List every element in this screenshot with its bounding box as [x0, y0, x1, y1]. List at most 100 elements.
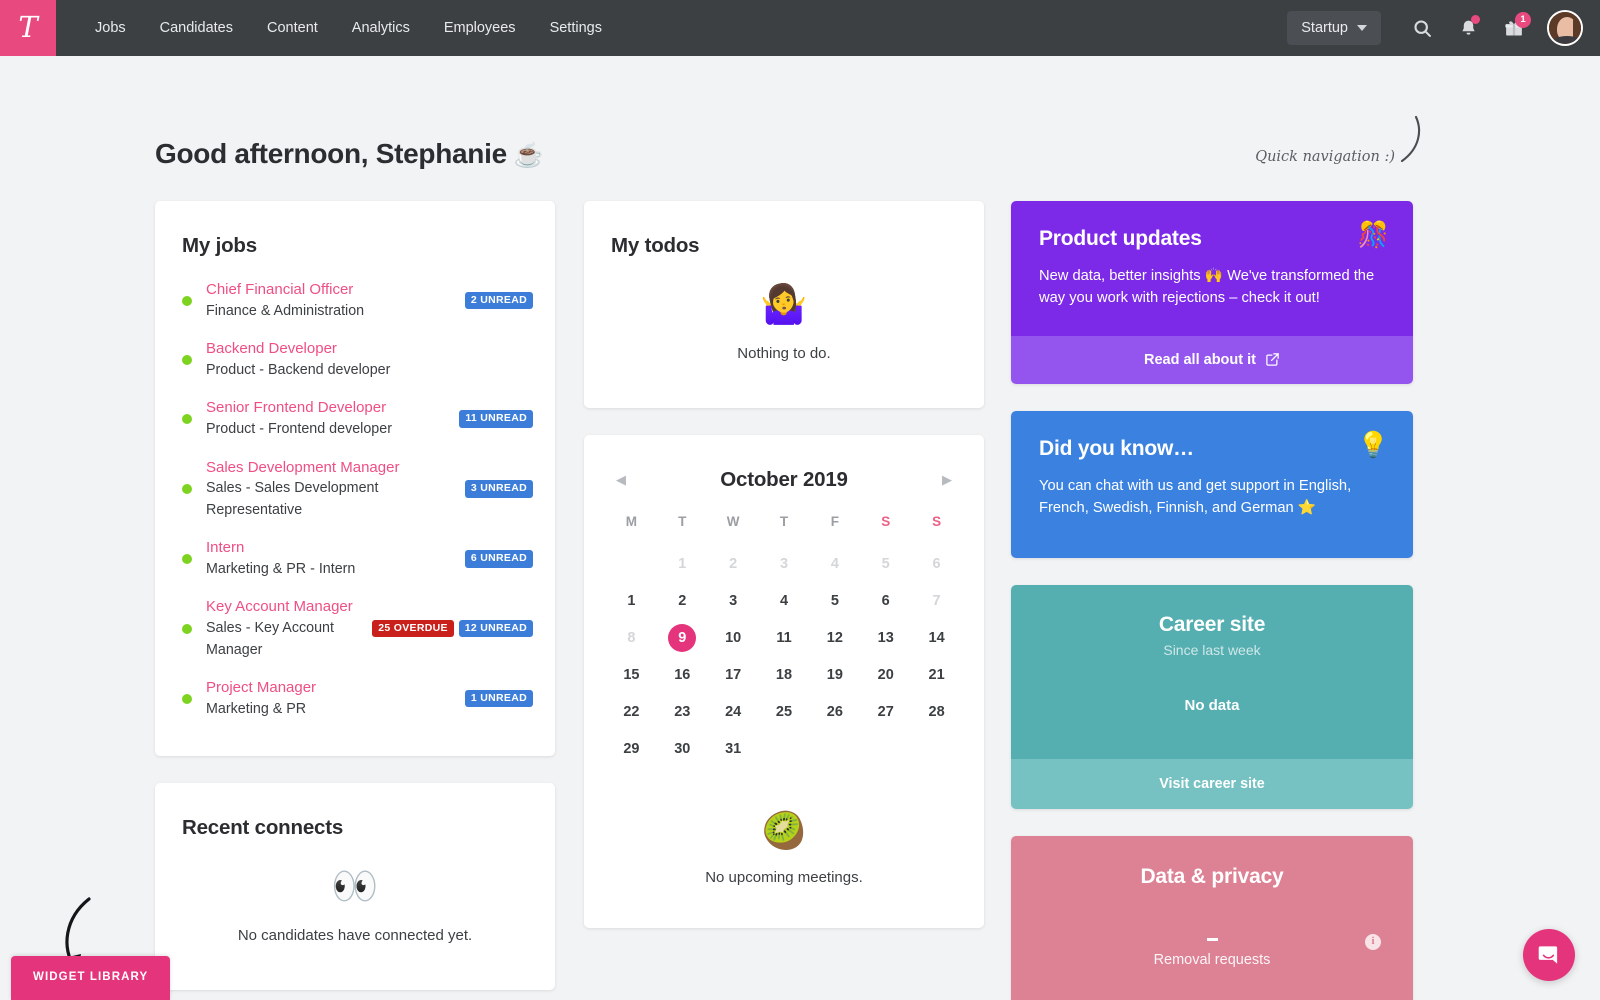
calendar-day[interactable]: 12	[809, 622, 860, 654]
calendar-day-number: 13	[877, 630, 894, 646]
visit-career-site-button[interactable]: Visit career site	[1011, 758, 1413, 809]
gifts-button[interactable]: 1	[1491, 5, 1537, 51]
read-all-about-it-button[interactable]: Read all about it	[1011, 335, 1413, 384]
calendar-day[interactable]: 15	[606, 659, 657, 691]
calendar-day[interactable]: 24	[708, 696, 759, 728]
calendar-day[interactable]: 16	[657, 659, 708, 691]
calendar-day[interactable]: 31	[708, 733, 759, 765]
job-department: Marketing & PR	[206, 700, 307, 717]
calendar-day-other-month[interactable]: 4	[809, 548, 860, 580]
calendar-day[interactable]: 5	[809, 585, 860, 617]
calendar-day-number: 28	[928, 704, 945, 720]
job-title[interactable]: Intern	[206, 537, 457, 559]
job-row[interactable]: Senior Frontend Developer Product - Fron…	[177, 389, 533, 448]
calendar-day-number: 25	[775, 704, 793, 720]
unread-badge[interactable]: 2 UNREAD	[464, 291, 533, 310]
calendar-day[interactable]: 29	[606, 733, 657, 765]
unread-badge[interactable]: 6 UNREAD	[464, 550, 533, 568]
job-info: Senior Frontend Developer Product - Fron…	[206, 397, 451, 440]
overdue-badge[interactable]: 25 OVERDUE	[372, 619, 454, 638]
calendar-day[interactable]: 14	[911, 622, 962, 654]
calendar-day[interactable]: 22	[606, 696, 657, 728]
calendar-day[interactable]: 10	[708, 622, 759, 654]
job-title[interactable]: Chief Financial Officer	[206, 279, 457, 301]
job-row[interactable]: Project Manager Marketing & PR 1 UNREAD	[177, 669, 533, 728]
greeting-text: Good afternoon, Stephanie	[155, 138, 507, 169]
calendar-day[interactable]: 26	[809, 696, 860, 728]
calendar-prev-month-button[interactable]: ◀	[610, 469, 632, 491]
calendar-day[interactable]: 1	[606, 585, 657, 617]
calendar-day-other-month[interactable]: 1	[657, 548, 708, 580]
calendar-day[interactable]: 30	[657, 733, 708, 765]
calendar-day-past[interactable]: 7	[911, 585, 962, 617]
unread-badge[interactable]: 3 UNREAD	[464, 480, 533, 498]
avatar[interactable]	[1547, 10, 1583, 46]
job-title[interactable]: Key Account Manager	[206, 596, 364, 618]
calendar-next-month-button[interactable]: ▶	[936, 469, 958, 491]
calendar-day[interactable]: 3	[708, 585, 759, 617]
calendar-day-other-month[interactable]: 3	[759, 548, 810, 580]
main-nav-links: Jobs Candidates Content Analytics Employ…	[78, 12, 619, 44]
nav-item-content[interactable]: Content	[250, 12, 335, 44]
career-site-body: Career site Since last week No data	[1011, 584, 1413, 759]
calendar-day[interactable]: 17	[708, 659, 759, 691]
notification-indicator	[1471, 15, 1480, 24]
calendar-day[interactable]: 20	[860, 659, 911, 691]
page-title: Good afternoon, Stephanie ☕	[155, 138, 544, 170]
nav-item-jobs[interactable]: Jobs	[78, 12, 143, 44]
job-status-dot	[182, 354, 192, 365]
job-row[interactable]: Sales Development Manager Sales - Sales …	[177, 449, 533, 530]
unread-badge[interactable]: 12 UNREAD	[458, 619, 533, 638]
calendar-day[interactable]: 18	[759, 659, 810, 691]
job-title[interactable]: Backend Developer	[206, 338, 525, 360]
job-row[interactable]: Intern Marketing & PR - Intern 6 UNREAD	[177, 529, 533, 588]
calendar-day-past[interactable]: 8	[606, 622, 657, 654]
calendar-day-other-month[interactable]: 5	[860, 548, 911, 580]
nav-item-settings[interactable]: Settings	[533, 12, 619, 44]
unread-badge[interactable]: 1 UNREAD	[464, 689, 533, 708]
calendar-day[interactable]: 28	[911, 696, 962, 728]
app-logo[interactable]: T	[0, 0, 56, 56]
product-updates-text: New data, better insights 🙌 We've transf…	[1039, 268, 1375, 307]
job-row[interactable]: Key Account Manager Sales - Key Account …	[177, 588, 533, 669]
info-icon[interactable]: i	[1365, 933, 1381, 950]
widget-library-button[interactable]: WIDGET LIBRARY	[11, 956, 171, 1000]
my-todos-empty-text: Nothing to do.	[737, 345, 831, 362]
calendar-day-number: 14	[928, 630, 945, 646]
product-updates-card: Product updates New data, better insight…	[1011, 201, 1413, 384]
chevron-down-icon	[1357, 25, 1367, 31]
calendar-day[interactable]: 2	[657, 585, 708, 617]
chat-support-button[interactable]	[1523, 929, 1575, 981]
calendar-day[interactable]: 21	[911, 659, 962, 691]
nav-item-analytics[interactable]: Analytics	[335, 12, 427, 44]
job-row[interactable]: Backend Developer Product - Backend deve…	[177, 330, 533, 389]
calendar-day[interactable]: 4	[759, 585, 810, 617]
calendar-day[interactable]: 25	[759, 696, 810, 728]
calendar-day[interactable]: 11	[759, 622, 810, 654]
job-title[interactable]: Sales Development Manager	[206, 457, 457, 479]
calendar-day-other-month[interactable]: 2	[708, 548, 759, 580]
job-row[interactable]: Chief Financial Officer Finance & Admini…	[177, 271, 533, 330]
calendar-day-name: M	[625, 514, 638, 529]
unread-badge[interactable]: 11 UNREAD	[459, 410, 533, 428]
search-button[interactable]	[1399, 5, 1445, 51]
calendar-day-today[interactable]: 9	[657, 622, 708, 654]
nav-item-employees[interactable]: Employees	[427, 12, 533, 44]
my-todos-empty-state: 🤷‍♀️ Nothing to do.	[584, 258, 984, 408]
external-link-icon	[1266, 353, 1279, 367]
calendar-day[interactable]: 13	[860, 622, 911, 654]
job-title[interactable]: Senior Frontend Developer	[206, 397, 451, 419]
job-badges: 1 UNREAD	[464, 689, 533, 708]
recent-connects-empty-text: No candidates have connected yet.	[237, 927, 473, 945]
notifications-button[interactable]	[1445, 5, 1491, 51]
calendar-day[interactable]: 19	[809, 659, 860, 691]
nav-item-candidates[interactable]: Candidates	[143, 12, 250, 44]
calendar-day[interactable]: 27	[860, 696, 911, 728]
calendar-day[interactable]: 6	[860, 585, 911, 617]
calendar-day-other-month[interactable]: 6	[911, 548, 962, 580]
job-title[interactable]: Project Manager	[206, 677, 457, 699]
data-privacy-body: Data & privacy Removal requests i i	[1011, 835, 1413, 1000]
calendar-day[interactable]: 23	[657, 696, 708, 728]
workspace-switcher[interactable]: Startup	[1287, 11, 1381, 45]
calendar-day-number: 19	[826, 667, 843, 683]
